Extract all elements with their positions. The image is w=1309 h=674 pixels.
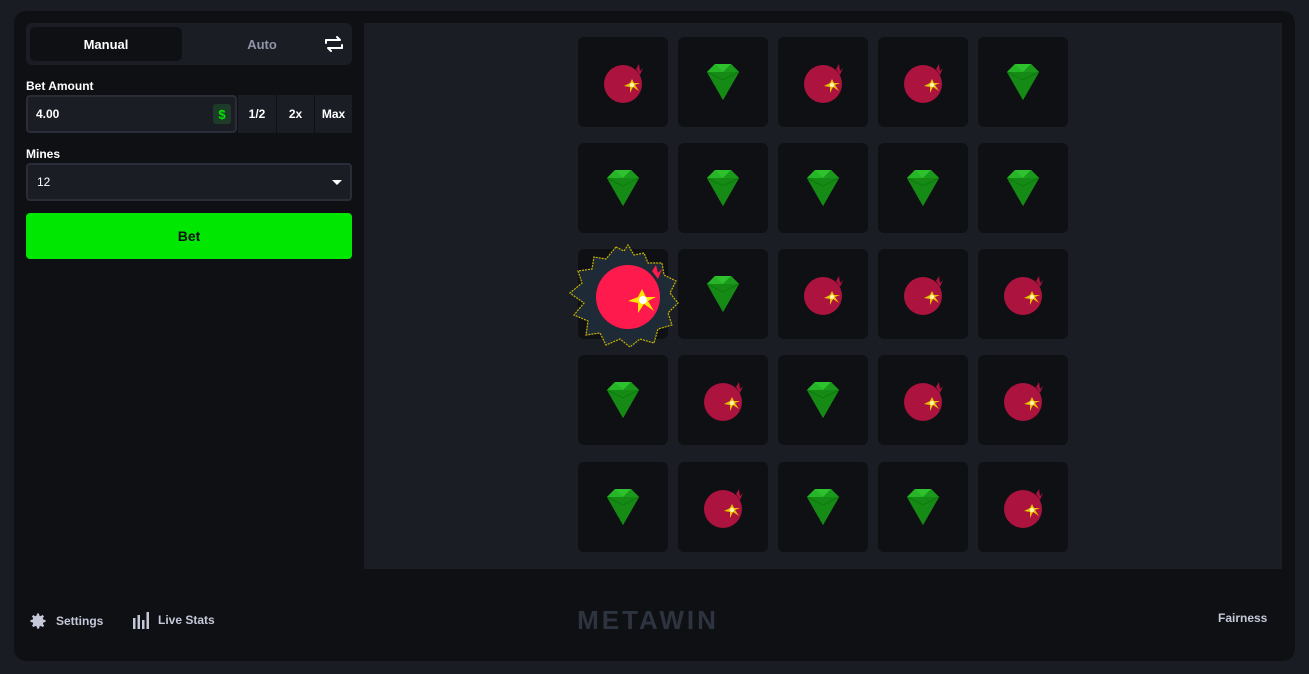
double-bet-button[interactable]: 2x [277,95,314,133]
bet-amount-label: Bet Amount [26,79,94,93]
live-stats-label: Live Stats [158,613,215,627]
tile-r3-c5[interactable] [978,249,1068,339]
tile-r4-c4[interactable] [878,355,968,445]
gem-icon [706,170,740,206]
mine-icon [704,489,743,528]
tile-r1-c5[interactable] [978,37,1068,127]
fairness-button[interactable]: Fairness [1218,611,1267,625]
gem-icon [1006,64,1040,100]
tile-r1-c1[interactable] [578,37,668,127]
tile-r1-c4[interactable] [878,37,968,127]
gem-icon [606,382,640,418]
bar-chart-icon [133,612,149,629]
gem-icon [906,170,940,206]
mines-value: 12 [37,175,51,189]
mine-icon [1004,382,1043,421]
tile-r2-c1[interactable] [578,143,668,233]
game-board [364,23,1282,569]
tile-r4-c2[interactable] [678,355,768,445]
mine-icon [1004,489,1043,528]
gem-icon [1006,170,1040,206]
gem-icon [906,489,940,525]
tile-r5-c5[interactable] [978,462,1068,552]
tile-r2-c2[interactable] [678,143,768,233]
mines-select[interactable]: 12 [26,163,352,201]
gem-icon [806,170,840,206]
tile-r3-c4[interactable] [878,249,968,339]
settings-button[interactable]: Settings [28,611,103,631]
mines-label: Mines [26,147,61,161]
mine-icon [904,64,943,103]
tile-r2-c5[interactable] [978,143,1068,233]
tile-r2-c3[interactable] [778,143,868,233]
tile-r1-c2[interactable] [678,37,768,127]
mine-icon [904,382,943,421]
mine-icon [604,64,643,103]
mine-icon [804,276,843,315]
tile-r5-c4[interactable] [878,462,968,552]
tile-r2-c4[interactable] [878,143,968,233]
tile-r1-c3[interactable] [778,37,868,127]
gem-icon [706,276,740,312]
mine-icon [704,382,743,421]
mine-icon [1004,276,1043,315]
tile-r4-c5[interactable] [978,355,1068,445]
tile-r4-c3[interactable] [778,355,868,445]
tile-r3-c3[interactable] [778,249,868,339]
bet-amount-input[interactable]: 4.00 $ [26,95,237,133]
gem-icon [606,489,640,525]
max-bet-button[interactable]: Max [315,95,352,133]
metawin-logo: METAWIN [577,607,719,633]
settings-label: Settings [56,614,104,628]
bet-button[interactable]: Bet [26,213,352,259]
gem-icon [806,489,840,525]
mine-icon [804,64,843,103]
tile-r3-c1[interactable] [578,249,668,339]
gem-icon [806,382,840,418]
tile-r4-c1[interactable] [578,355,668,445]
mine-icon [904,276,943,315]
tile-r5-c3[interactable] [778,462,868,552]
tab-manual[interactable]: Manual [30,27,182,61]
tile-r3-c2[interactable] [678,249,768,339]
tile-r5-c2[interactable] [678,462,768,552]
swap-icon[interactable] [322,32,346,56]
gem-icon [606,170,640,206]
half-bet-button[interactable]: 1/2 [238,95,276,133]
brand-logo-text: METAWIN [577,607,719,633]
live-stats-button[interactable]: Live Stats [132,611,215,629]
gear-icon [30,613,46,629]
mode-tabs: Manual Auto [26,23,352,65]
tile-r5-c1[interactable] [578,462,668,552]
dollar-icon: $ [213,104,231,124]
chevron-down-icon [332,180,342,185]
bet-amount-value: 4.00 [36,107,60,121]
gem-icon [706,64,740,100]
tab-auto[interactable]: Auto [186,27,338,61]
mines-game-app: Manual Auto Bet Amount 4.00 $ 1/2 2x Max… [14,11,1295,661]
